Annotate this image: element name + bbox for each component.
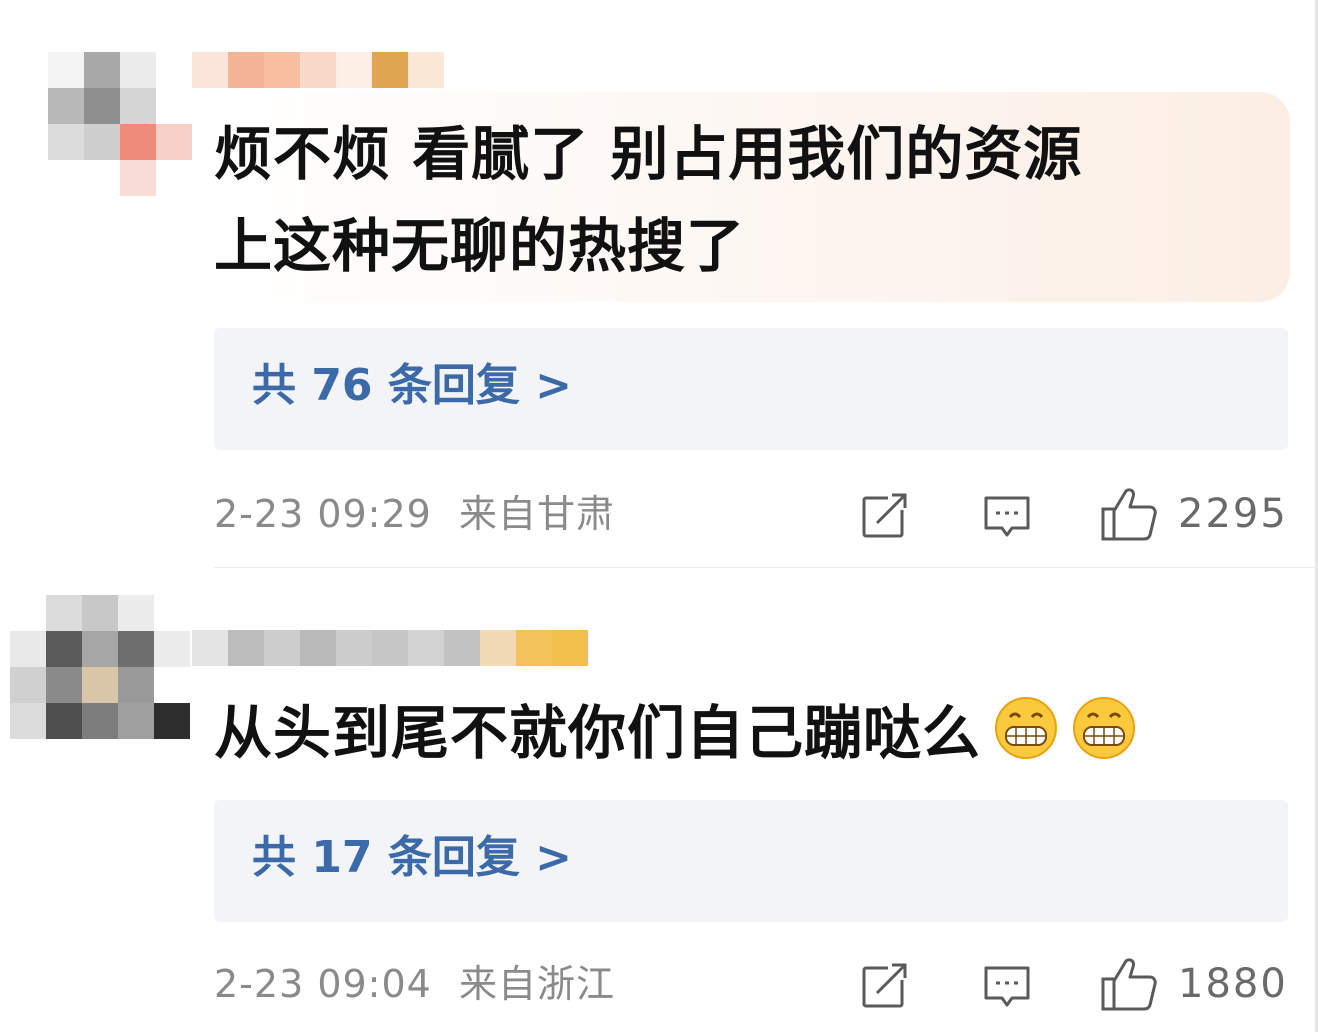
like-count: 2295 — [1178, 491, 1288, 537]
timestamp: 2-23 09:29 — [214, 492, 432, 536]
share-icon[interactable] — [860, 960, 910, 1010]
comment-meta: 2-23 09:04 来自浙江 — [214, 960, 615, 1008]
location: 来自浙江 — [458, 962, 615, 1006]
grinning-face-emoji — [1073, 697, 1136, 759]
comment-item: 从头到尾不就你们自己蹦哒么 共 17 条回复 > 2-23 09:04 来自浙江 — [0, 575, 1318, 1032]
like-icon[interactable] — [1100, 485, 1158, 543]
comment-text: 烦不烦 看腻了 别占用我们的资源 上这种无聊的热搜了 — [214, 108, 1254, 292]
replies-box: 共 17 条回复 > — [214, 800, 1288, 922]
like-icon[interactable] — [1100, 955, 1158, 1013]
comment-text-line: 上这种无聊的热搜了 — [214, 212, 746, 280]
comment-text-line: 从头到尾不就你们自己蹦哒么 — [214, 699, 982, 767]
like-count: 1880 — [1178, 961, 1288, 1007]
comment-text-line: 烦不烦 看腻了 别占用我们的资源 — [214, 120, 1083, 188]
comment-divider — [214, 567, 1318, 568]
timestamp: 2-23 09:04 — [214, 962, 432, 1006]
comment-icon[interactable] — [982, 490, 1032, 540]
comment-text: 从头到尾不就你们自己蹦哒么 — [214, 687, 1294, 779]
replies-box: 共 76 条回复 > — [214, 328, 1288, 450]
username[interactable] — [192, 630, 588, 666]
view-replies-link[interactable]: 共 76 条回复 > — [252, 356, 572, 416]
comment-icon[interactable] — [982, 960, 1032, 1010]
comment-meta: 2-23 09:29 来自甘肃 — [214, 490, 615, 538]
avatar[interactable] — [48, 52, 192, 196]
username[interactable] — [192, 52, 444, 88]
share-icon[interactable] — [860, 490, 910, 540]
avatar[interactable] — [10, 595, 190, 739]
grinning-face-emoji — [995, 697, 1058, 759]
view-replies-link[interactable]: 共 17 条回复 > — [252, 828, 572, 888]
location: 来自甘肃 — [458, 492, 615, 536]
comment-item: 烦不烦 看腻了 别占用我们的资源 上这种无聊的热搜了 共 76 条回复 > 2-… — [0, 0, 1318, 568]
